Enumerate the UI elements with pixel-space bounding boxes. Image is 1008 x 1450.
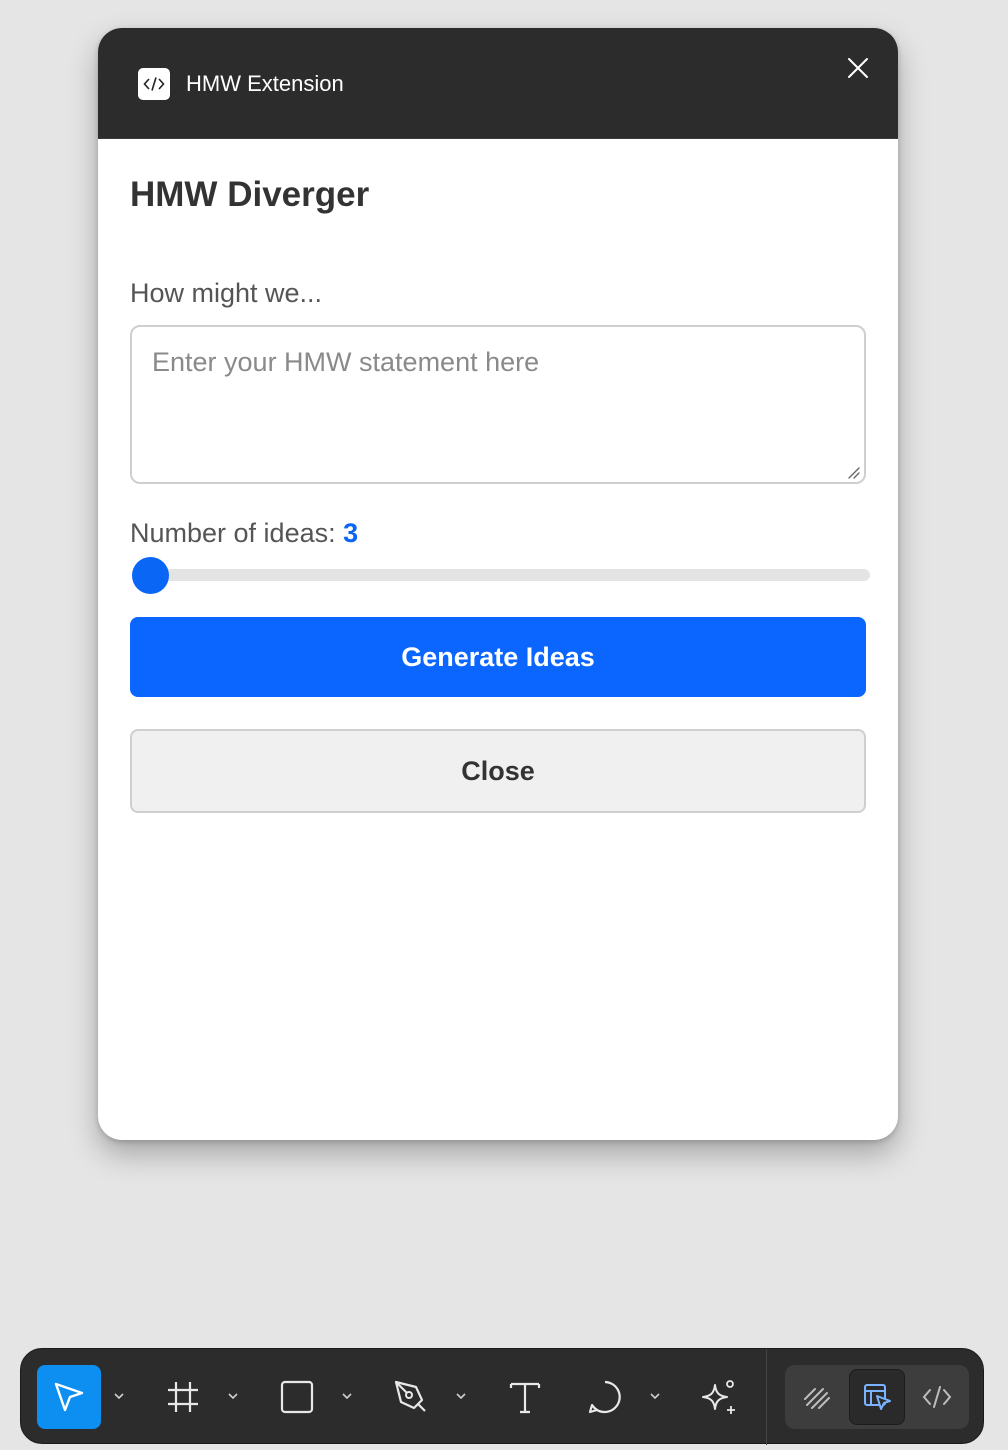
plugin-window: HMW Extension HMW Diverger How might we.… [98, 28, 898, 1140]
hmw-statement-input[interactable] [130, 325, 866, 484]
close-icon[interactable] [844, 54, 872, 82]
pen-tool-button[interactable] [379, 1365, 443, 1429]
toolbar-divider [766, 1349, 767, 1445]
move-tool-chevron-down-icon[interactable] [112, 1389, 126, 1403]
window-title: HMW Extension [186, 71, 344, 96]
generate-ideas-button[interactable]: Generate Ideas [130, 617, 866, 697]
ideas-count-label: Number of ideas: 3 [130, 517, 358, 549]
hmw-label: How might we... [130, 278, 323, 308]
speech-bubble-icon [588, 1380, 621, 1414]
pen-tool-chevron-down-icon[interactable] [454, 1389, 468, 1403]
ideas-count-value: 3 [343, 518, 359, 548]
shape-tool-button[interactable] [265, 1365, 329, 1429]
actions-tool-button[interactable] [687, 1365, 751, 1429]
page-title: HMW Diverger [130, 175, 370, 214]
code-brackets-icon [922, 1386, 952, 1408]
frame-tool-chevron-down-icon[interactable] [226, 1389, 240, 1403]
text-tool-button[interactable] [493, 1365, 557, 1429]
move-tool-button[interactable] [37, 1365, 101, 1429]
frame-tool-button[interactable] [151, 1365, 215, 1429]
design-cursor-icon [864, 1384, 891, 1410]
resize-grip-icon[interactable] [846, 465, 860, 479]
close-button[interactable]: Close [130, 729, 866, 813]
draw-mode-button[interactable] [789, 1369, 845, 1425]
ideas-slider-track[interactable] [132, 569, 870, 581]
design-mode-button[interactable] [849, 1369, 905, 1425]
design-toolbar [20, 1348, 984, 1445]
cursor-arrow-icon [54, 1382, 84, 1412]
scribble-icon [804, 1388, 830, 1409]
window-titlebar: HMW Extension [98, 28, 898, 139]
rectangle-icon [280, 1380, 314, 1414]
comment-tool-button[interactable] [573, 1365, 637, 1429]
ideas-label-text: Number of ideas: [130, 518, 336, 548]
shape-tool-chevron-down-icon[interactable] [340, 1389, 354, 1403]
text-t-icon [509, 1382, 541, 1414]
dev-mode-button[interactable] [909, 1369, 965, 1425]
pen-nib-icon [394, 1380, 426, 1412]
comment-tool-chevron-down-icon[interactable] [648, 1389, 662, 1403]
code-brackets-icon [138, 68, 170, 100]
mode-switcher [785, 1365, 969, 1429]
sparkle-icon [702, 1380, 735, 1414]
ideas-slider-thumb[interactable] [132, 557, 169, 594]
frame-hash-icon [168, 1382, 198, 1412]
